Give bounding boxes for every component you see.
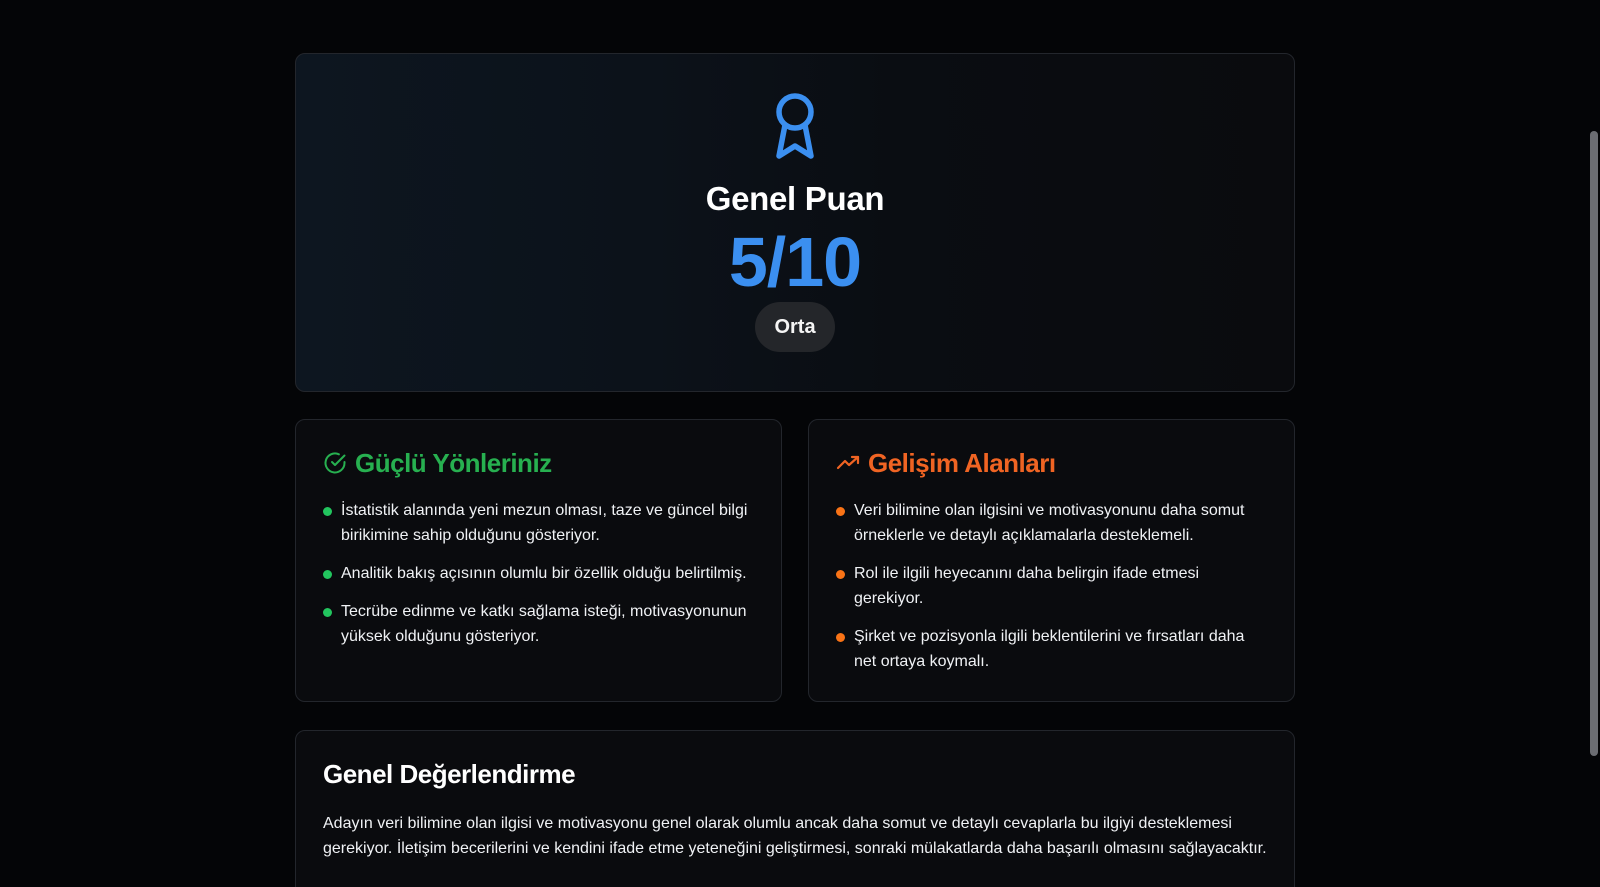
score-value: 5/10 xyxy=(728,223,862,301)
trending-up-icon xyxy=(836,455,860,470)
bullet-dot xyxy=(323,507,332,516)
strengths-header: Güçlü Yönleriniz xyxy=(323,446,754,480)
list-item-text: Tecrübe edinme ve katkı sağlama isteği, … xyxy=(341,603,747,645)
bullet-dot xyxy=(836,507,845,516)
list-item: Rol ile ilgili heyecanını daha belirgin … xyxy=(836,561,1267,611)
list-item-text: Rol ile ilgili heyecanını daha belirgin … xyxy=(854,565,1200,607)
bullet-dot xyxy=(836,570,845,579)
overall-score-card: Genel Puan 5/10 Orta xyxy=(295,53,1295,392)
improvements-card: Gelişim Alanları Veri bilimine olan ilgi… xyxy=(808,419,1295,702)
scrollbar[interactable] xyxy=(1584,0,1600,887)
feedback-row: Güçlü Yönleriniz İstatistik alanında yen… xyxy=(295,419,1295,702)
list-item: İstatistik alanında yeni mezun olması, t… xyxy=(323,498,754,548)
general-evaluation-title: Genel Değerlendirme xyxy=(323,759,576,789)
general-evaluation-card: Genel Değerlendirme Adayın veri bilimine… xyxy=(295,730,1295,887)
improvements-title: Gelişim Alanları xyxy=(868,447,1056,478)
award-icon xyxy=(776,93,814,159)
bullet-dot xyxy=(323,570,332,579)
list-item-text: Veri bilimine olan ilgisini ve motivasyo… xyxy=(854,502,1245,544)
strengths-title: Güçlü Yönleriniz xyxy=(355,447,552,478)
results-content: Genel Puan 5/10 Orta Güçlü Yönleriniz İs… xyxy=(295,53,1295,887)
bullet-dot xyxy=(323,608,332,617)
list-item-text: İstatistik alanında yeni mezun olması, t… xyxy=(341,502,748,544)
score-level-badge: Orta xyxy=(755,302,835,352)
strengths-card: Güçlü Yönleriniz İstatistik alanında yen… xyxy=(295,419,782,702)
general-evaluation-text: Adayın veri bilimine olan ilgisi ve moti… xyxy=(323,815,1267,857)
list-item: Tecrübe edinme ve katkı sağlama isteği, … xyxy=(323,599,754,649)
list-item: Analitik bakış açısının olumlu bir özell… xyxy=(323,561,754,586)
list-item-text: Şirket ve pozisyonla ilgili beklentileri… xyxy=(854,628,1245,670)
strengths-list: İstatistik alanında yeni mezun olması, t… xyxy=(323,498,754,649)
list-item: Şirket ve pozisyonla ilgili beklentileri… xyxy=(836,624,1267,674)
scrollbar-thumb[interactable] xyxy=(1590,131,1598,756)
improvements-header: Gelişim Alanları xyxy=(836,446,1267,480)
list-item: Veri bilimine olan ilgisini ve motivasyo… xyxy=(836,498,1267,548)
page: Genel Puan 5/10 Orta Güçlü Yönleriniz İs… xyxy=(0,0,1600,887)
check-circle-icon xyxy=(324,452,346,474)
bullet-dot xyxy=(836,633,845,642)
improvements-list: Veri bilimine olan ilgisini ve motivasyo… xyxy=(836,498,1267,674)
list-item-text: Analitik bakış açısının olumlu bir özell… xyxy=(341,565,747,582)
score-title: Genel Puan xyxy=(705,180,885,217)
